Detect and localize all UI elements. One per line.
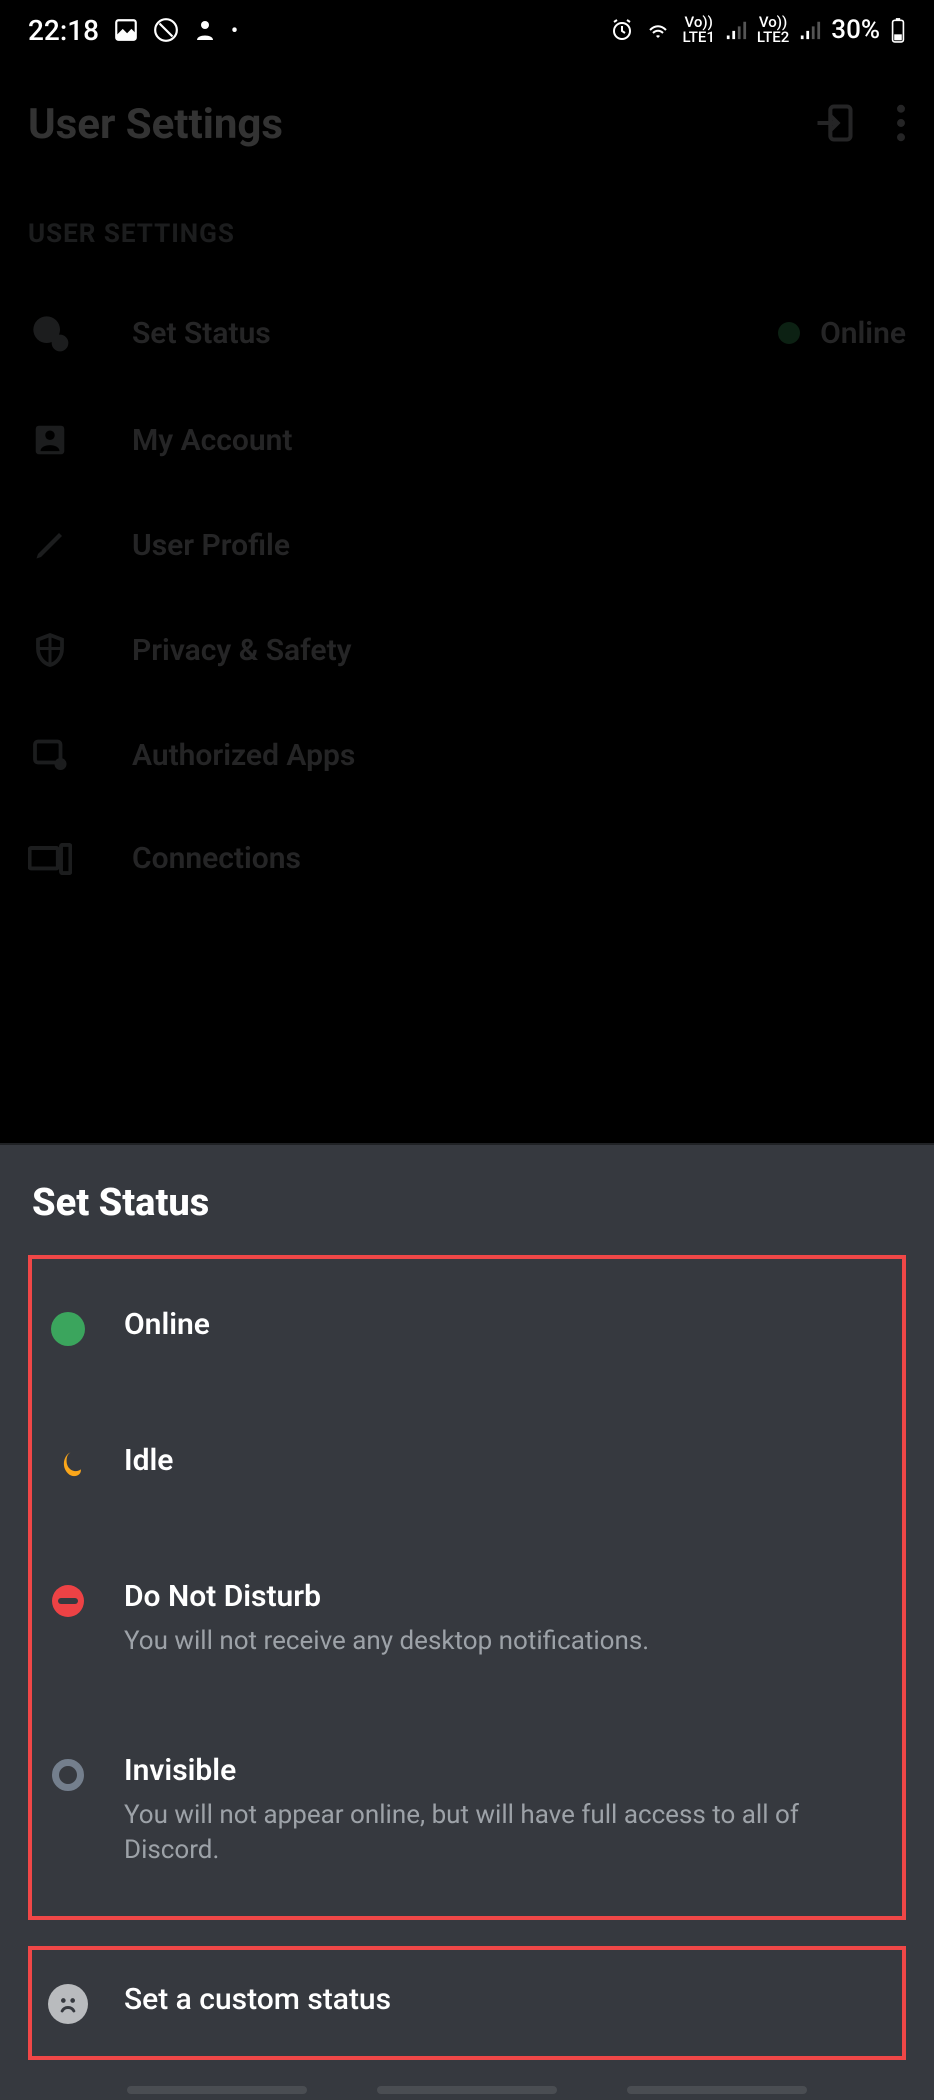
login-icon[interactable] [812, 101, 856, 149]
status-value: Online [820, 316, 906, 351]
dnd-icon [48, 1581, 88, 1621]
nav-back[interactable] [627, 2086, 807, 2094]
menu-label: Connections [132, 841, 906, 876]
apps-icon [28, 737, 72, 773]
page-header: User Settings [0, 60, 934, 169]
menu-set-status[interactable]: Set Status Online [0, 279, 934, 387]
set-custom-status[interactable]: Set a custom status [38, 1960, 896, 2046]
menu-connections[interactable]: Connections [0, 807, 934, 910]
option-subtitle: You will not appear online, but will hav… [124, 1798, 886, 1868]
page-title: User Settings [28, 100, 283, 149]
custom-status-highlight: Set a custom status [28, 1946, 906, 2060]
menu-label: Set Status [132, 316, 718, 351]
wifi-icon [644, 18, 672, 42]
image-icon [113, 17, 139, 43]
account-icon [28, 421, 72, 459]
dnd-notif-icon [153, 17, 179, 43]
set-status-sheet: Set Status Online Idle Do Not Disturb Yo… [0, 1143, 934, 2100]
idle-moon-icon [48, 1445, 88, 1485]
option-subtitle: You will not receive any desktop notific… [124, 1624, 886, 1659]
signal1-icon [725, 19, 747, 41]
sim1-label: Vo))LTE1 [682, 15, 714, 45]
option-label: Online [124, 1307, 886, 1342]
status-badge-icon [28, 313, 72, 353]
android-nav-bar [0, 2086, 934, 2094]
menu-privacy-safety[interactable]: Privacy & Safety [0, 597, 934, 703]
online-dot-icon [778, 322, 800, 344]
more-icon[interactable] [896, 104, 906, 146]
invisible-icon [48, 1755, 88, 1795]
sim2-label: Vo))LTE2 [757, 15, 789, 45]
nav-recent[interactable] [127, 2086, 307, 2094]
person-icon [193, 17, 217, 43]
pencil-icon [28, 527, 72, 563]
sad-face-icon [48, 1984, 88, 2024]
nav-home[interactable] [377, 2086, 557, 2094]
status-time: 22:18 [28, 14, 99, 47]
alarm-icon [610, 18, 634, 42]
option-label: Do Not Disturb [124, 1579, 886, 1614]
sheet-title: Set Status [28, 1181, 906, 1225]
devices-icon [28, 843, 72, 875]
status-option-invisible[interactable]: Invisible You will not appear online, bu… [38, 1723, 896, 1898]
dot-icon: • [231, 18, 238, 42]
section-label: USER SETTINGS [0, 169, 934, 279]
status-option-dnd[interactable]: Do Not Disturb You will not receive any … [38, 1549, 896, 1689]
battery-icon [890, 17, 906, 43]
menu-label: User Profile [132, 528, 906, 563]
option-label: Invisible [124, 1753, 886, 1788]
option-label: Idle [124, 1443, 886, 1478]
online-icon [48, 1309, 88, 1349]
status-option-online[interactable]: Online [38, 1277, 896, 1379]
menu-user-profile[interactable]: User Profile [0, 493, 934, 597]
menu-authorized-apps[interactable]: Authorized Apps [0, 703, 934, 807]
menu-label: Authorized Apps [132, 738, 906, 773]
android-status-bar: 22:18 • Vo))LTE1 Vo))LTE2 30% [0, 0, 934, 60]
custom-status-label: Set a custom status [124, 1982, 886, 2017]
menu-my-account[interactable]: My Account [0, 387, 934, 493]
battery-percent: 30% [831, 15, 880, 45]
menu-label: My Account [132, 423, 906, 458]
shield-icon [28, 631, 72, 669]
settings-menu: Set Status Online My Account User Profil… [0, 279, 934, 910]
menu-label: Privacy & Safety [132, 633, 906, 668]
status-options-highlight: Online Idle Do Not Disturb You will not … [28, 1255, 906, 1920]
signal2-icon [799, 19, 821, 41]
status-option-idle[interactable]: Idle [38, 1413, 896, 1515]
